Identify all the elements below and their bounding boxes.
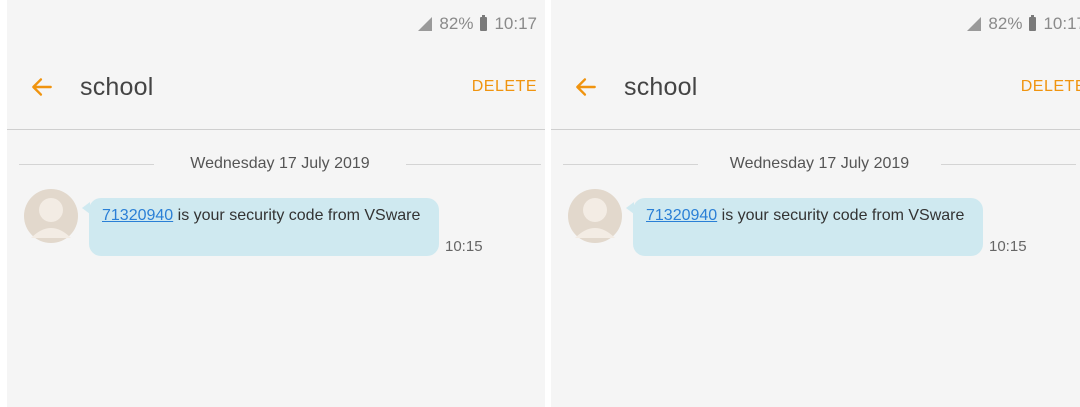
battery-icon	[480, 15, 488, 31]
status-bar: 82% 10:17	[418, 10, 537, 38]
message-bubble[interactable]: 71320940 is your security code from VSwa…	[82, 198, 439, 256]
message-text: is your security code from VSware	[717, 207, 965, 224]
screenshot-stage: 82% 10:17 school DELETE Wednesday 17 Jul…	[0, 0, 1080, 407]
header-divider	[7, 129, 545, 130]
app-bar: school DELETE	[551, 60, 1080, 116]
date-separator: Wednesday 17 July 2019	[19, 153, 541, 177]
contact-avatar[interactable]	[567, 188, 623, 244]
signal-icon	[967, 17, 982, 31]
back-arrow-icon[interactable]	[29, 74, 55, 100]
message-screen-right: 82% 10:17 school DELETE Wednesday 17 Jul…	[551, 0, 1080, 407]
delete-button[interactable]: DELETE	[472, 78, 537, 96]
conversation-title: school	[80, 73, 154, 101]
battery-percent: 82%	[439, 14, 474, 33]
message-time: 10:15	[445, 238, 483, 255]
date-separator: Wednesday 17 July 2019	[563, 153, 1076, 177]
status-time: 10:17	[1043, 14, 1080, 33]
security-code-link[interactable]: 71320940	[646, 207, 717, 224]
status-time: 10:17	[494, 14, 537, 33]
date-line-right	[941, 164, 1076, 165]
back-arrow-icon[interactable]	[573, 74, 599, 100]
signal-icon	[418, 17, 433, 31]
delete-button[interactable]: DELETE	[1021, 78, 1080, 96]
message-screen-left: 82% 10:17 school DELETE Wednesday 17 Jul…	[7, 0, 545, 407]
message-text: is your security code from VSware	[173, 207, 421, 224]
battery-percent: 82%	[988, 14, 1023, 33]
conversation-title: school	[624, 73, 698, 101]
status-bar: 82% 10:17	[967, 10, 1080, 38]
header-divider	[551, 129, 1080, 130]
app-bar: school DELETE	[7, 60, 545, 116]
message-time: 10:15	[989, 238, 1027, 255]
date-line-right	[406, 164, 541, 165]
battery-icon	[1029, 15, 1037, 31]
message-bubble[interactable]: 71320940 is your security code from VSwa…	[626, 198, 983, 256]
security-code-link[interactable]: 71320940	[102, 207, 173, 224]
contact-avatar[interactable]	[23, 188, 79, 244]
